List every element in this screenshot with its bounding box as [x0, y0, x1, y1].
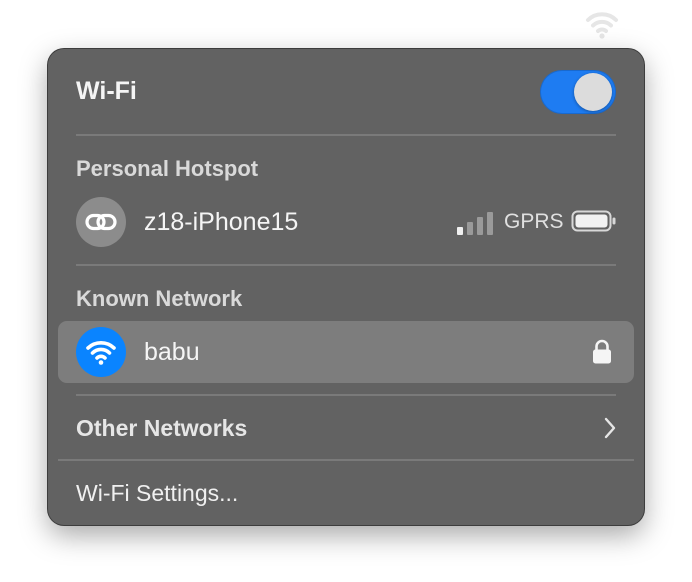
- menubar-wifi-icon[interactable]: [585, 8, 619, 40]
- known-network-heading: Known Network: [76, 286, 243, 311]
- chevron-right-icon: [602, 416, 618, 440]
- wifi-settings-row[interactable]: Wi-Fi Settings...: [58, 465, 634, 521]
- hotspot-device-name: z18-iPhone15: [144, 208, 299, 236]
- lock-icon: [591, 339, 613, 365]
- known-network-row[interactable]: babu: [58, 321, 634, 383]
- wifi-toggle[interactable]: [540, 70, 616, 114]
- link-icon: [76, 197, 126, 247]
- wifi-header: Wi-Fi: [48, 49, 644, 135]
- wifi-title: Wi-Fi: [76, 77, 137, 105]
- divider: [76, 264, 616, 266]
- divider: [58, 459, 634, 461]
- other-networks-label: Other Networks: [76, 415, 248, 441]
- signal-bars-icon: [456, 211, 496, 235]
- battery-icon: [571, 210, 617, 232]
- divider: [76, 394, 616, 396]
- known-network-name: babu: [144, 338, 200, 366]
- personal-hotspot-heading: Personal Hotspot: [76, 156, 259, 181]
- network-type-label: GPRS: [504, 210, 564, 233]
- wifi-icon: [76, 327, 126, 377]
- wifi-toggle-knob: [574, 73, 612, 111]
- hotspot-device-row[interactable]: z18-iPhone15 GPRS: [58, 191, 634, 253]
- wifi-menu-panel: Wi-Fi Personal Hotspot z18-iPhone15 GPRS: [48, 49, 644, 525]
- other-networks-row[interactable]: Other Networks: [58, 400, 634, 456]
- wifi-settings-label: Wi-Fi Settings...: [76, 480, 239, 506]
- divider: [76, 134, 616, 136]
